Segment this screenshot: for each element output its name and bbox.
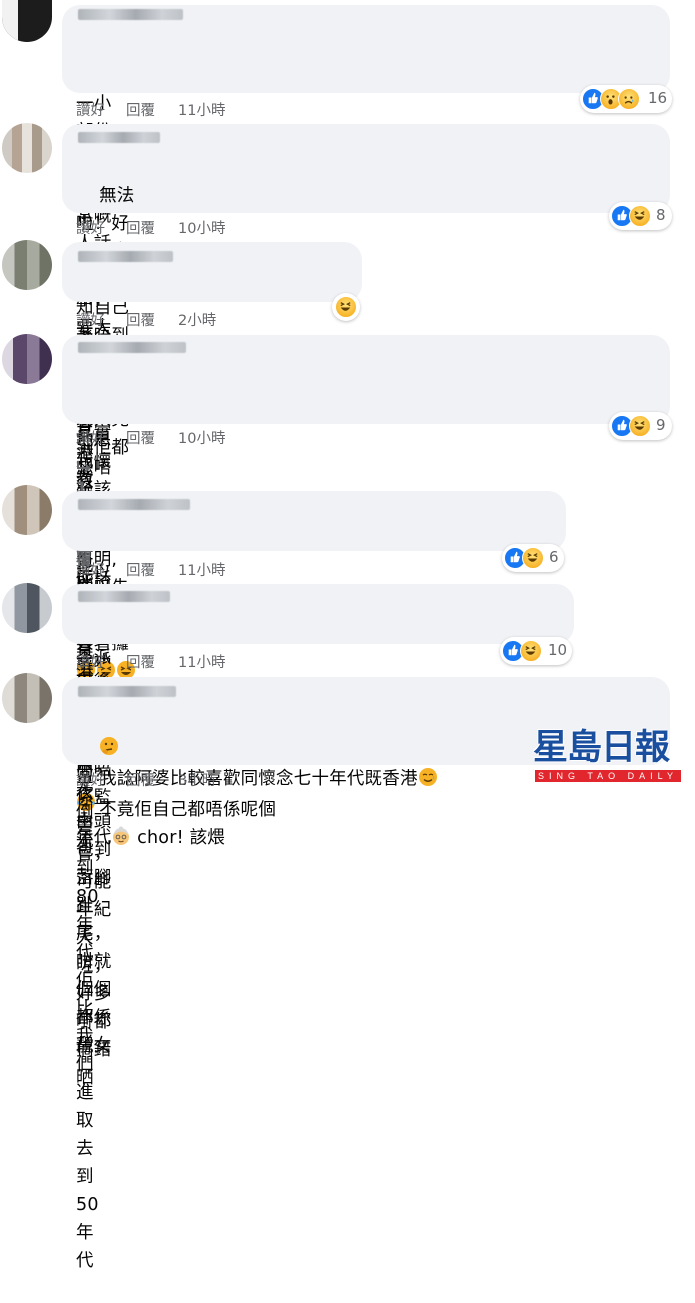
like-link[interactable]: 讚好 <box>76 651 105 672</box>
commenter-name[interactable] <box>78 686 176 697</box>
commenter-name[interactable] <box>78 9 183 20</box>
logo-subtitle: SING TAO DAILY <box>537 771 679 781</box>
reaction-summary[interactable]: 8 <box>609 202 672 230</box>
reaction-summary[interactable]: 6 <box>502 544 564 572</box>
commenter-name[interactable] <box>78 342 186 353</box>
thinking-emoji-icon <box>99 736 119 765</box>
commenter-name[interactable] <box>78 132 160 143</box>
avatar-blur <box>2 123 52 173</box>
avatar[interactable] <box>2 485 52 535</box>
avatar-blur <box>2 334 52 384</box>
relieved-emoji-icon <box>418 767 438 796</box>
reaction-count: 6 <box>549 548 559 566</box>
timestamp[interactable]: 11小時 <box>178 559 225 580</box>
haha-icon <box>629 415 651 437</box>
reaction-summary[interactable]: 10 <box>500 637 572 665</box>
avatar[interactable] <box>2 0 52 42</box>
avatar[interactable] <box>2 583 52 633</box>
logo-brand-text: 星島日報 <box>533 728 670 768</box>
comment-line: 年代 <box>76 828 112 848</box>
timestamp[interactable]: 3小時 <box>178 769 216 790</box>
reply-link[interactable]: 回覆 <box>126 309 155 330</box>
comment-line: chor! 該煨 <box>137 828 225 848</box>
timestamp[interactable]: 10小時 <box>178 217 225 238</box>
like-link[interactable]: 讚好 <box>76 427 105 448</box>
commenter-name[interactable] <box>78 251 173 262</box>
avatar[interactable] <box>2 334 52 384</box>
like-link[interactable]: 讚好 <box>76 217 105 238</box>
commenter-name[interactable] <box>78 499 190 510</box>
reply-link[interactable]: 回覆 <box>126 217 155 238</box>
like-link[interactable]: 讚好 <box>76 559 105 580</box>
timestamp[interactable]: 10小時 <box>178 427 225 448</box>
avatar-blur <box>2 583 52 633</box>
reply-link[interactable]: 回覆 <box>126 559 155 580</box>
avatar-blur <box>2 485 52 535</box>
haha-icon <box>629 205 651 227</box>
reply-link[interactable]: 回覆 <box>126 427 155 448</box>
like-link[interactable]: 讚好 <box>76 99 105 120</box>
reaction-count: 8 <box>656 206 666 224</box>
timestamp[interactable]: 11小時 <box>178 651 225 672</box>
reply-link[interactable]: 回覆 <box>126 99 155 120</box>
avatar[interactable] <box>2 240 52 290</box>
avatar[interactable] <box>2 123 52 173</box>
avatar-blur <box>2 673 52 723</box>
reaction-count: 10 <box>548 641 568 659</box>
avatar[interactable] <box>2 673 52 723</box>
avatar-blur <box>2 0 18 42</box>
reaction-summary[interactable]: 9 <box>609 412 672 440</box>
reply-link[interactable]: 回覆 <box>126 651 155 672</box>
haha-icon <box>335 296 357 318</box>
timestamp[interactable]: 2小時 <box>178 309 216 330</box>
reaction-count: 16 <box>648 89 668 107</box>
haha-icon <box>522 547 544 569</box>
commenter-name[interactable] <box>78 591 170 602</box>
reaction-count: 9 <box>656 416 666 434</box>
sing-tao-daily-logo: 星島日報 SING TAO DAILY <box>533 728 683 788</box>
comment-line: 不竟佢自己都唔係呢個 <box>99 800 277 820</box>
reply-arrow-icon <box>76 459 92 478</box>
sad-icon <box>618 88 640 110</box>
old-woman-emoji-icon <box>111 826 131 855</box>
avatar-blur <box>2 240 52 290</box>
timestamp[interactable]: 11小時 <box>178 99 225 120</box>
haha-icon <box>520 640 542 662</box>
reply-link[interactable]: 回覆 <box>126 769 155 790</box>
like-link[interactable]: 讚好 <box>76 309 105 330</box>
like-link[interactable]: 讚好 <box>76 769 105 790</box>
reaction-summary[interactable]: 16 <box>580 85 672 113</box>
reaction-summary[interactable] <box>332 293 360 321</box>
